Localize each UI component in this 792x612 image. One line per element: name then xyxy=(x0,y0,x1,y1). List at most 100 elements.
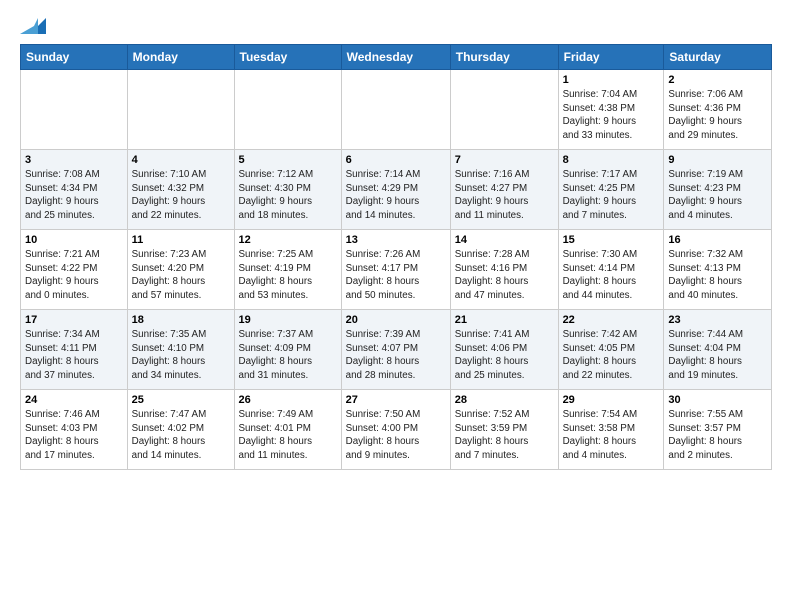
day-info: Sunrise: 7:08 AM Sunset: 4:34 PM Dayligh… xyxy=(25,168,123,223)
day-of-week-header: Sunday xyxy=(21,45,128,70)
day-number: 30 xyxy=(668,394,767,406)
day-number: 13 xyxy=(346,234,446,246)
calendar-day-cell: 3 Sunrise: 7:08 AM Sunset: 4:34 PM Daylig… xyxy=(21,150,128,230)
day-number: 9 xyxy=(668,154,767,166)
day-info: Sunrise: 7:17 AM Sunset: 4:25 PM Dayligh… xyxy=(563,168,660,223)
day-number: 3 xyxy=(25,154,123,166)
day-info: Sunrise: 7:10 AM Sunset: 4:32 PM Dayligh… xyxy=(132,168,230,223)
calendar-day-cell: 21 Sunrise: 7:41 AM Sunset: 4:06 PM Dayli… xyxy=(450,310,558,390)
calendar-day-cell: 7 Sunrise: 7:16 AM Sunset: 4:27 PM Daylig… xyxy=(450,150,558,230)
calendar-day-cell: 1Sunrise: 7:04 AM Sunset: 4:38 PM Daylig… xyxy=(558,70,664,150)
day-info: Sunrise: 7:19 AM Sunset: 4:23 PM Dayligh… xyxy=(668,168,767,223)
day-number: 15 xyxy=(563,234,660,246)
day-number: 27 xyxy=(346,394,446,406)
calendar-day-cell: 11 Sunrise: 7:23 AM Sunset: 4:20 PM Dayli… xyxy=(127,230,234,310)
day-info: Sunrise: 7:54 AM Sunset: 3:58 PM Dayligh… xyxy=(563,408,660,463)
day-info: Sunrise: 7:41 AM Sunset: 4:06 PM Dayligh… xyxy=(455,328,554,383)
logo-icon xyxy=(20,16,46,36)
day-of-week-header: Tuesday xyxy=(234,45,341,70)
calendar-day-cell: 29 Sunrise: 7:54 AM Sunset: 3:58 PM Dayli… xyxy=(558,390,664,470)
day-number: 12 xyxy=(239,234,337,246)
day-info: Sunrise: 7:04 AM Sunset: 4:38 PM Dayligh… xyxy=(563,88,660,143)
day-info: Sunrise: 7:25 AM Sunset: 4:19 PM Dayligh… xyxy=(239,248,337,303)
calendar-day-cell: 23Sunrise: 7:44 AM Sunset: 4:04 PM Dayli… xyxy=(664,310,772,390)
day-number: 21 xyxy=(455,314,554,326)
day-info: Sunrise: 7:35 AM Sunset: 4:10 PM Dayligh… xyxy=(132,328,230,383)
calendar-day-cell xyxy=(341,70,450,150)
day-number: 26 xyxy=(239,394,337,406)
page-header xyxy=(20,16,772,36)
calendar-week-row: 1Sunrise: 7:04 AM Sunset: 4:38 PM Daylig… xyxy=(21,70,772,150)
day-of-week-header: Thursday xyxy=(450,45,558,70)
day-info: Sunrise: 7:34 AM Sunset: 4:11 PM Dayligh… xyxy=(25,328,123,383)
calendar-day-cell: 10Sunrise: 7:21 AM Sunset: 4:22 PM Dayli… xyxy=(21,230,128,310)
calendar-day-cell: 2 Sunrise: 7:06 AM Sunset: 4:36 PM Daylig… xyxy=(664,70,772,150)
calendar-day-cell: 26 Sunrise: 7:49 AM Sunset: 4:01 PM Dayli… xyxy=(234,390,341,470)
day-info: Sunrise: 7:46 AM Sunset: 4:03 PM Dayligh… xyxy=(25,408,123,463)
calendar-week-row: 3 Sunrise: 7:08 AM Sunset: 4:34 PM Daylig… xyxy=(21,150,772,230)
day-info: Sunrise: 7:55 AM Sunset: 3:57 PM Dayligh… xyxy=(668,408,767,463)
calendar-day-cell: 16Sunrise: 7:32 AM Sunset: 4:13 PM Dayli… xyxy=(664,230,772,310)
day-info: Sunrise: 7:06 AM Sunset: 4:36 PM Dayligh… xyxy=(668,88,767,143)
day-number: 23 xyxy=(668,314,767,326)
day-info: Sunrise: 7:50 AM Sunset: 4:00 PM Dayligh… xyxy=(346,408,446,463)
calendar-day-cell: 25 Sunrise: 7:47 AM Sunset: 4:02 PM Dayli… xyxy=(127,390,234,470)
calendar-day-cell: 30 Sunrise: 7:55 AM Sunset: 3:57 PM Dayli… xyxy=(664,390,772,470)
day-number: 4 xyxy=(132,154,230,166)
calendar-day-cell: 5 Sunrise: 7:12 AM Sunset: 4:30 PM Daylig… xyxy=(234,150,341,230)
day-info: Sunrise: 7:28 AM Sunset: 4:16 PM Dayligh… xyxy=(455,248,554,303)
day-info: Sunrise: 7:26 AM Sunset: 4:17 PM Dayligh… xyxy=(346,248,446,303)
day-of-week-header: Monday xyxy=(127,45,234,70)
calendar-day-cell: 17 Sunrise: 7:34 AM Sunset: 4:11 PM Dayli… xyxy=(21,310,128,390)
day-number: 28 xyxy=(455,394,554,406)
calendar-day-cell: 19Sunrise: 7:37 AM Sunset: 4:09 PM Dayli… xyxy=(234,310,341,390)
calendar-day-cell: 20 Sunrise: 7:39 AM Sunset: 4:07 PM Dayli… xyxy=(341,310,450,390)
day-info: Sunrise: 7:47 AM Sunset: 4:02 PM Dayligh… xyxy=(132,408,230,463)
calendar-day-cell: 18Sunrise: 7:35 AM Sunset: 4:10 PM Dayli… xyxy=(127,310,234,390)
day-number: 16 xyxy=(668,234,767,246)
day-number: 17 xyxy=(25,314,123,326)
calendar-day-cell: 22 Sunrise: 7:42 AM Sunset: 4:05 PM Dayli… xyxy=(558,310,664,390)
day-of-week-header: Wednesday xyxy=(341,45,450,70)
day-info: Sunrise: 7:37 AM Sunset: 4:09 PM Dayligh… xyxy=(239,328,337,383)
day-number: 11 xyxy=(132,234,230,246)
day-number: 20 xyxy=(346,314,446,326)
day-header-row: SundayMondayTuesdayWednesdayThursdayFrid… xyxy=(21,45,772,70)
day-info: Sunrise: 7:16 AM Sunset: 4:27 PM Dayligh… xyxy=(455,168,554,223)
day-number: 29 xyxy=(563,394,660,406)
calendar-week-row: 17 Sunrise: 7:34 AM Sunset: 4:11 PM Dayli… xyxy=(21,310,772,390)
calendar-header: SundayMondayTuesdayWednesdayThursdayFrid… xyxy=(21,45,772,70)
day-info: Sunrise: 7:30 AM Sunset: 4:14 PM Dayligh… xyxy=(563,248,660,303)
day-info: Sunrise: 7:42 AM Sunset: 4:05 PM Dayligh… xyxy=(563,328,660,383)
calendar-table: SundayMondayTuesdayWednesdayThursdayFrid… xyxy=(20,44,772,470)
calendar-day-cell xyxy=(127,70,234,150)
calendar-day-cell: 12 Sunrise: 7:25 AM Sunset: 4:19 PM Dayli… xyxy=(234,230,341,310)
calendar-day-cell: 27 Sunrise: 7:50 AM Sunset: 4:00 PM Dayli… xyxy=(341,390,450,470)
day-info: Sunrise: 7:23 AM Sunset: 4:20 PM Dayligh… xyxy=(132,248,230,303)
day-number: 25 xyxy=(132,394,230,406)
day-info: Sunrise: 7:21 AM Sunset: 4:22 PM Dayligh… xyxy=(25,248,123,303)
calendar-day-cell: 15 Sunrise: 7:30 AM Sunset: 4:14 PM Dayli… xyxy=(558,230,664,310)
day-info: Sunrise: 7:12 AM Sunset: 4:30 PM Dayligh… xyxy=(239,168,337,223)
calendar-day-cell: 13 Sunrise: 7:26 AM Sunset: 4:17 PM Dayli… xyxy=(341,230,450,310)
day-info: Sunrise: 7:14 AM Sunset: 4:29 PM Dayligh… xyxy=(346,168,446,223)
calendar-week-row: 24 Sunrise: 7:46 AM Sunset: 4:03 PM Dayli… xyxy=(21,390,772,470)
calendar-body: 1Sunrise: 7:04 AM Sunset: 4:38 PM Daylig… xyxy=(21,70,772,470)
calendar-day-cell: 4 Sunrise: 7:10 AM Sunset: 4:32 PM Daylig… xyxy=(127,150,234,230)
calendar-day-cell xyxy=(450,70,558,150)
day-info: Sunrise: 7:49 AM Sunset: 4:01 PM Dayligh… xyxy=(239,408,337,463)
day-info: Sunrise: 7:52 AM Sunset: 3:59 PM Dayligh… xyxy=(455,408,554,463)
day-number: 5 xyxy=(239,154,337,166)
calendar-day-cell: 14Sunrise: 7:28 AM Sunset: 4:16 PM Dayli… xyxy=(450,230,558,310)
calendar-week-row: 10Sunrise: 7:21 AM Sunset: 4:22 PM Dayli… xyxy=(21,230,772,310)
calendar-day-cell: 6Sunrise: 7:14 AM Sunset: 4:29 PM Daylig… xyxy=(341,150,450,230)
calendar-day-cell xyxy=(21,70,128,150)
day-of-week-header: Saturday xyxy=(664,45,772,70)
day-info: Sunrise: 7:39 AM Sunset: 4:07 PM Dayligh… xyxy=(346,328,446,383)
day-number: 24 xyxy=(25,394,123,406)
calendar-day-cell xyxy=(234,70,341,150)
day-number: 2 xyxy=(668,74,767,86)
day-number: 22 xyxy=(563,314,660,326)
day-number: 7 xyxy=(455,154,554,166)
calendar-day-cell: 9 Sunrise: 7:19 AM Sunset: 4:23 PM Daylig… xyxy=(664,150,772,230)
